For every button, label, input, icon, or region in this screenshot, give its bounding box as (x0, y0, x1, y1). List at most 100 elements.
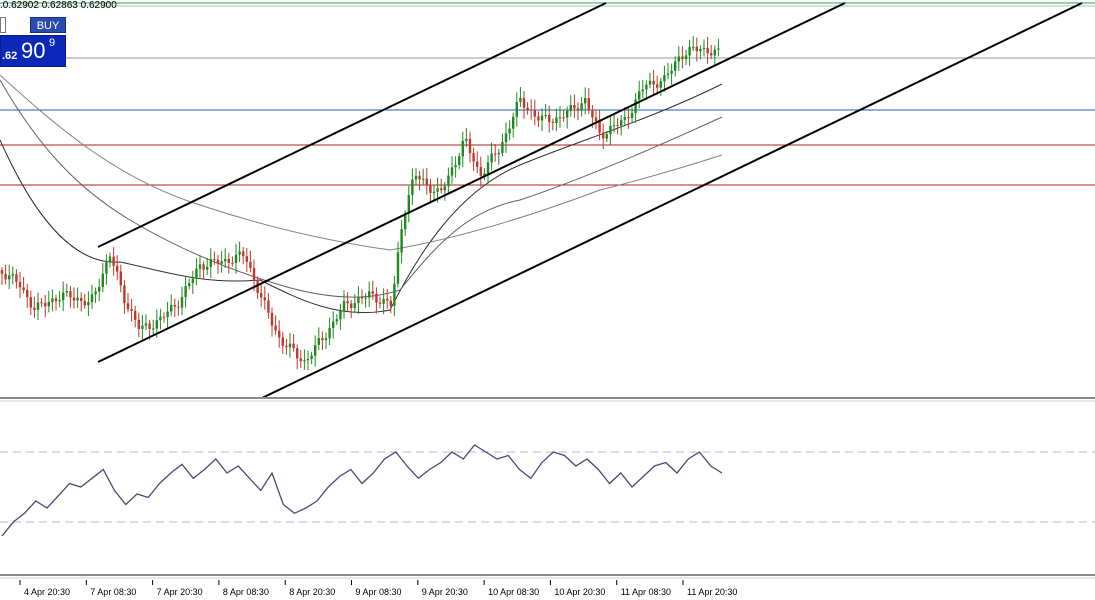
candle-body (33, 307, 36, 310)
candle-body (116, 265, 119, 272)
candle-body (198, 264, 202, 269)
candle-body (695, 46, 698, 52)
candle-body (321, 338, 324, 341)
candle-body (609, 125, 612, 135)
candle-body (234, 254, 238, 264)
candle-body (699, 48, 702, 52)
candle-body (224, 258, 227, 262)
candle-body (713, 49, 716, 56)
buy-button[interactable]: BUY (30, 17, 66, 33)
candle-body (11, 274, 14, 276)
candle-body (310, 355, 313, 359)
candle-body (555, 117, 558, 123)
price-chart[interactable]: 4 Apr 20:30 7 Apr 08:30 7 Apr 20:30 8 Apr 0… (0, 0, 1095, 600)
candle-body (170, 305, 173, 312)
candle-body (472, 153, 475, 162)
candle-body (292, 343, 295, 349)
candle-body (252, 267, 256, 280)
candle-body (443, 186, 446, 191)
candle-body (652, 80, 655, 85)
x-tick-label: 7 Apr 20:30 (157, 587, 203, 597)
candle-body (288, 343, 292, 348)
candle-body (706, 47, 709, 54)
candle-body (674, 61, 677, 71)
candle-body (51, 298, 54, 302)
candle-body (270, 312, 274, 326)
candle-body (317, 338, 320, 346)
candle-body (155, 320, 158, 329)
candle-body (216, 259, 220, 264)
candle-body (278, 330, 281, 338)
candle-body (285, 345, 288, 348)
candle-body (72, 297, 76, 301)
candle-body (440, 188, 443, 191)
candle-body (76, 297, 79, 301)
candle-body (540, 115, 544, 121)
candle-body (504, 133, 508, 143)
candle-body (360, 297, 364, 299)
x-tick-label: 7 Apr 08:30 (90, 587, 136, 597)
candle-body (350, 303, 353, 309)
candle-body (386, 298, 389, 301)
candle-body (195, 268, 198, 279)
candle-body (47, 301, 50, 307)
candle-body (584, 97, 587, 104)
candle-body (191, 278, 194, 284)
candle-body (566, 110, 569, 118)
candle-body (432, 191, 436, 194)
candle-body (202, 264, 205, 270)
candle-body (209, 259, 212, 267)
candle-body (641, 89, 644, 92)
candle-body (281, 337, 284, 346)
candle-body (544, 114, 547, 116)
candle-body (87, 302, 90, 306)
buy-price-box[interactable]: .62 90 9 (0, 35, 66, 67)
candle-body (602, 132, 605, 139)
candle-body (148, 323, 151, 329)
candle-body (494, 153, 497, 155)
candle-body (638, 91, 641, 100)
x-tick-label: 8 Apr 20:30 (289, 587, 335, 597)
candle-body (630, 112, 634, 118)
candle-body (396, 252, 400, 284)
candle-body (688, 46, 691, 56)
candle-body (123, 285, 126, 304)
candle-body (634, 99, 637, 113)
candle-body (105, 262, 108, 274)
candle-body (112, 256, 115, 266)
candle-body (425, 178, 428, 185)
candle-body (101, 273, 104, 288)
x-tick-label: 10 Apr 20:30 (554, 587, 605, 597)
candle-body (623, 117, 626, 120)
candle-body (450, 167, 454, 176)
candle-body (267, 300, 270, 313)
candle-body (501, 142, 504, 153)
candle-body (364, 297, 367, 299)
buy-price-big: 90 (21, 38, 46, 63)
x-tick-label: 11 Apr 08:30 (621, 587, 671, 597)
candle-body (573, 105, 576, 109)
candle-body (465, 138, 468, 141)
candle-body (702, 47, 706, 49)
candle-body (519, 97, 522, 102)
buy-price-small: .62 (2, 50, 18, 62)
candle-body (180, 297, 184, 308)
candle-body (558, 117, 562, 119)
candle-body (598, 121, 601, 133)
candle-body (58, 300, 61, 302)
panel-toggle[interactable] (0, 17, 6, 33)
candle-body (382, 298, 385, 304)
candle-body (242, 251, 245, 257)
candle-body (677, 56, 680, 62)
candle-body (36, 302, 40, 310)
candle-body (454, 164, 457, 168)
candle-body (576, 108, 580, 111)
candle-body (659, 81, 662, 88)
candle-body (245, 256, 248, 262)
candle-body (486, 162, 490, 174)
candle-body (594, 117, 598, 122)
candle-body (346, 301, 349, 304)
candle-body (429, 184, 432, 194)
x-tick-label: 8 Apr 08:30 (223, 587, 269, 597)
candle-body (173, 305, 176, 307)
